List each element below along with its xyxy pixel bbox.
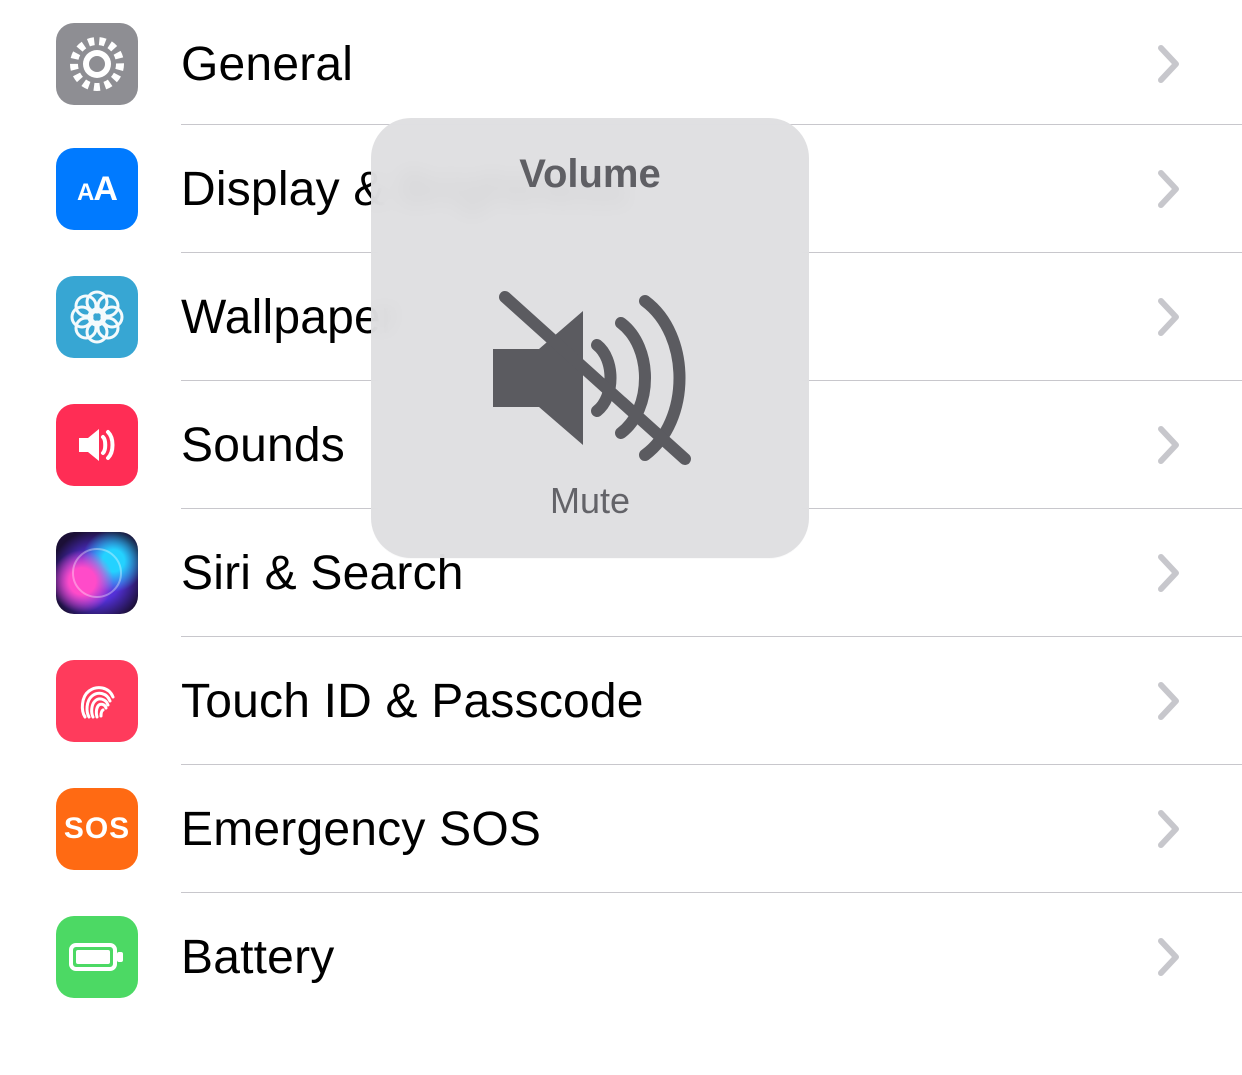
text-size-icon: AA	[56, 148, 138, 230]
fingerprint-icon	[56, 660, 138, 742]
hud-title: Volume	[519, 152, 661, 197]
sos-icon: SOS	[56, 788, 138, 870]
settings-row-label: Emergency SOS	[181, 802, 541, 857]
chevron-right-icon	[1158, 810, 1180, 848]
battery-icon	[56, 916, 138, 998]
settings-row-battery[interactable]: Battery	[0, 893, 1242, 1021]
chevron-right-icon	[1158, 938, 1180, 976]
chevron-right-icon	[1158, 682, 1180, 720]
siri-icon	[56, 532, 138, 614]
chevron-right-icon	[1158, 298, 1180, 336]
chevron-right-icon	[1158, 554, 1180, 592]
settings-row-general[interactable]: General	[0, 0, 1242, 128]
settings-row-label: Battery	[181, 930, 334, 985]
chevron-right-icon	[1158, 426, 1180, 464]
gear-icon	[56, 23, 138, 105]
settings-row-label: General	[181, 37, 353, 92]
volume-hud: Volume Mute	[371, 118, 809, 558]
speaker-icon	[56, 404, 138, 486]
settings-row-label: Touch ID & Passcode	[181, 674, 644, 729]
flower-icon	[56, 276, 138, 358]
settings-row-sos[interactable]: SOS Emergency SOS	[0, 765, 1242, 893]
settings-row-label: Wallpaper	[181, 290, 397, 345]
settings-row-label: Sounds	[181, 418, 345, 473]
hud-subtitle: Mute	[550, 480, 630, 522]
chevron-right-icon	[1158, 45, 1180, 83]
chevron-right-icon	[1158, 170, 1180, 208]
settings-row-touchid[interactable]: Touch ID & Passcode	[0, 637, 1242, 765]
